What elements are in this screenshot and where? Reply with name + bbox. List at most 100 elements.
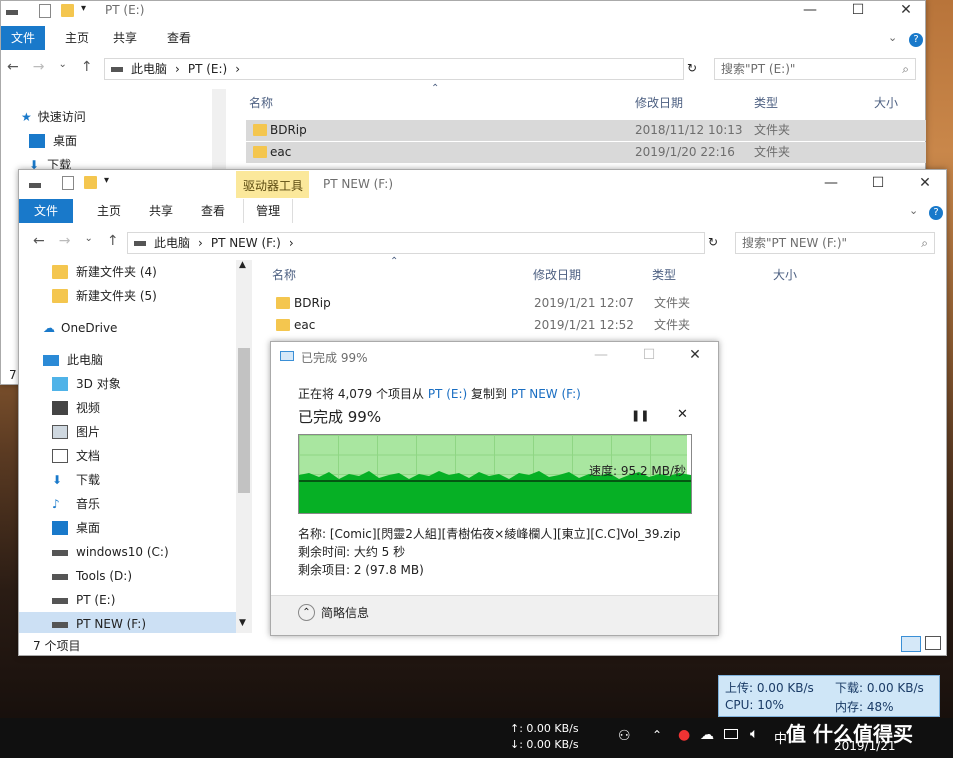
sidebar-item-drive-e[interactable]: PT (E:): [19, 588, 236, 612]
sidebar-item-folder-4[interactable]: 新建文件夹 (4): [19, 260, 236, 284]
folder-icon[interactable]: [61, 4, 74, 17]
column-size[interactable]: 大小: [874, 94, 898, 111]
help-icon[interactable]: ?: [909, 33, 923, 47]
sidebar-item-documents[interactable]: 文档: [19, 444, 236, 468]
back-arrow-icon[interactable]: ←: [33, 233, 45, 249]
sidebar-item-onedrive[interactable]: ☁ OneDrive: [19, 316, 236, 340]
sidebar-item-drive-c[interactable]: windows10 (C:): [19, 540, 236, 564]
maximize-button[interactable]: ☐: [835, 0, 881, 23]
recent-chevron-icon[interactable]: ⌄: [84, 233, 92, 249]
column-headers: 名称 ⌃ 修改日期 类型 大小: [268, 256, 948, 286]
fewer-details-button[interactable]: ⌃ 简略信息: [298, 604, 369, 621]
column-name[interactable]: 名称: [249, 94, 273, 111]
sidebar-item-pictures[interactable]: 图片: [19, 420, 236, 444]
tab-file[interactable]: 文件: [19, 199, 74, 223]
sidebar-item-music[interactable]: ♪ 音乐: [19, 492, 236, 516]
column-size[interactable]: 大小: [773, 266, 797, 283]
breadcrumb-pt-e[interactable]: PT (E:): [188, 59, 227, 79]
up-arrow-icon[interactable]: ↑: [81, 59, 93, 75]
address-bar[interactable]: 此电脑 › PT (E:) ›: [104, 58, 684, 80]
tab-home[interactable]: 主页: [53, 26, 101, 50]
volume-icon[interactable]: 🔈︎: [750, 726, 758, 742]
file-row[interactable]: eac 2019/1/20 22:16 文件夹: [246, 142, 926, 163]
scroll-down-icon[interactable]: ▼: [239, 618, 246, 628]
sidebar: 新建文件夹 (4) 新建文件夹 (5) ☁ OneDrive 此电脑 3D 对象 …: [19, 260, 236, 633]
expand-ribbon-icon[interactable]: ⌄: [909, 204, 918, 217]
sidebar-scrollbar[interactable]: ▲ ▼: [236, 260, 252, 633]
breadcrumb-this-pc[interactable]: 此电脑: [154, 233, 190, 253]
tab-share[interactable]: 共享: [137, 199, 185, 223]
monitor-tray-icon[interactable]: [724, 729, 738, 739]
file-row[interactable]: BDRip 2018/11/12 10:13 文件夹: [246, 120, 926, 141]
column-date[interactable]: 修改日期: [635, 94, 683, 111]
properties-icon[interactable]: [62, 176, 74, 190]
sidebar-item-quick-access[interactable]: ★ 快速访问: [21, 105, 211, 129]
column-type[interactable]: 类型: [652, 266, 676, 283]
address-bar[interactable]: 此电脑 › PT NEW (F:) ›: [127, 232, 705, 254]
sidebar-item-videos[interactable]: 视频: [19, 396, 236, 420]
source-link[interactable]: PT (E:): [428, 387, 467, 401]
tab-view[interactable]: 查看: [189, 199, 237, 223]
customize-quickaccess-icon[interactable]: ▾: [81, 3, 86, 14]
scroll-thumb[interactable]: [238, 348, 250, 493]
tab-file[interactable]: 文件: [1, 26, 46, 50]
minimize-button[interactable]: —: [808, 170, 854, 196]
close-button[interactable]: ✕: [883, 0, 929, 23]
refresh-icon[interactable]: ↻: [708, 235, 718, 249]
search-box[interactable]: 搜索"PT NEW (F:)" ⌕: [735, 232, 935, 254]
cube-icon: [52, 377, 68, 391]
column-name[interactable]: 名称: [272, 266, 296, 283]
customize-quickaccess-icon[interactable]: ▾: [104, 175, 109, 186]
pause-icon[interactable]: ❚❚: [631, 409, 649, 422]
refresh-icon[interactable]: ↻: [687, 61, 697, 75]
minimize-button[interactable]: —: [787, 0, 833, 23]
people-icon[interactable]: ⚇: [618, 728, 631, 744]
sidebar-item-desktop[interactable]: 桌面: [21, 129, 211, 153]
close-button[interactable]: ✕: [902, 170, 948, 196]
details-view-icon[interactable]: [901, 636, 921, 652]
show-hidden-icons[interactable]: ⌃: [652, 728, 662, 742]
sidebar-item-downloads[interactable]: ⬇ 下载: [19, 468, 236, 492]
file-row[interactable]: eac 2019/1/21 12:52 文件夹: [268, 315, 708, 336]
sidebar-scrollbar[interactable]: [212, 89, 226, 169]
speed-label: 速度: 95.2 MB/秒: [589, 464, 687, 478]
close-button[interactable]: ✕: [672, 342, 718, 368]
destination-link[interactable]: PT NEW (F:): [511, 387, 581, 401]
sidebar-item-folder-5[interactable]: 新建文件夹 (5): [19, 284, 236, 308]
breadcrumb-this-pc[interactable]: 此电脑: [131, 59, 167, 79]
tab-manage[interactable]: 管理: [243, 199, 294, 223]
scroll-up-icon[interactable]: ▲: [239, 260, 246, 270]
expand-ribbon-icon[interactable]: ⌄: [888, 31, 897, 44]
sidebar-item-drive-f[interactable]: PT NEW (F:): [19, 612, 236, 633]
onedrive-tray-icon[interactable]: ☁: [700, 727, 714, 743]
cancel-icon[interactable]: ✕: [677, 407, 688, 422]
search-placeholder: 搜索"PT (E:)": [721, 62, 796, 76]
minimize-button[interactable]: —: [578, 342, 624, 368]
sidebar-item-drive-d[interactable]: Tools (D:): [19, 564, 236, 588]
back-arrow-icon[interactable]: ←: [7, 59, 19, 75]
tab-home[interactable]: 主页: [85, 199, 133, 223]
breadcrumb-pt-new-f[interactable]: PT NEW (F:): [211, 233, 281, 253]
file-row[interactable]: BDRip 2019/1/21 12:07 文件夹: [268, 293, 708, 314]
column-date[interactable]: 修改日期: [533, 266, 581, 283]
sidebar-item-3d-objects[interactable]: 3D 对象: [19, 372, 236, 396]
properties-icon[interactable]: [39, 4, 51, 18]
nav-buttons: ← → ⌄ ↑: [7, 59, 93, 75]
recent-chevron-icon[interactable]: ⌄: [58, 59, 66, 75]
maximize-button[interactable]: ☐: [626, 342, 672, 368]
forward-arrow-icon[interactable]: →: [59, 233, 71, 249]
qq-icon[interactable]: ●: [678, 727, 690, 743]
breadcrumb-separator: ›: [288, 236, 294, 250]
column-type[interactable]: 类型: [754, 94, 778, 111]
maximize-button[interactable]: ☐: [855, 170, 901, 196]
sidebar-item-desktop[interactable]: 桌面: [19, 516, 236, 540]
forward-arrow-icon[interactable]: →: [33, 59, 45, 75]
folder-icon[interactable]: [84, 176, 97, 189]
help-icon[interactable]: ?: [929, 206, 943, 220]
tab-view[interactable]: 查看: [155, 26, 203, 50]
sidebar-item-this-pc[interactable]: 此电脑: [19, 348, 236, 372]
thumbnail-view-icon[interactable]: [925, 636, 941, 650]
search-box[interactable]: 搜索"PT (E:)" ⌕: [714, 58, 916, 80]
tab-share[interactable]: 共享: [101, 26, 149, 50]
up-arrow-icon[interactable]: ↑: [107, 233, 119, 249]
